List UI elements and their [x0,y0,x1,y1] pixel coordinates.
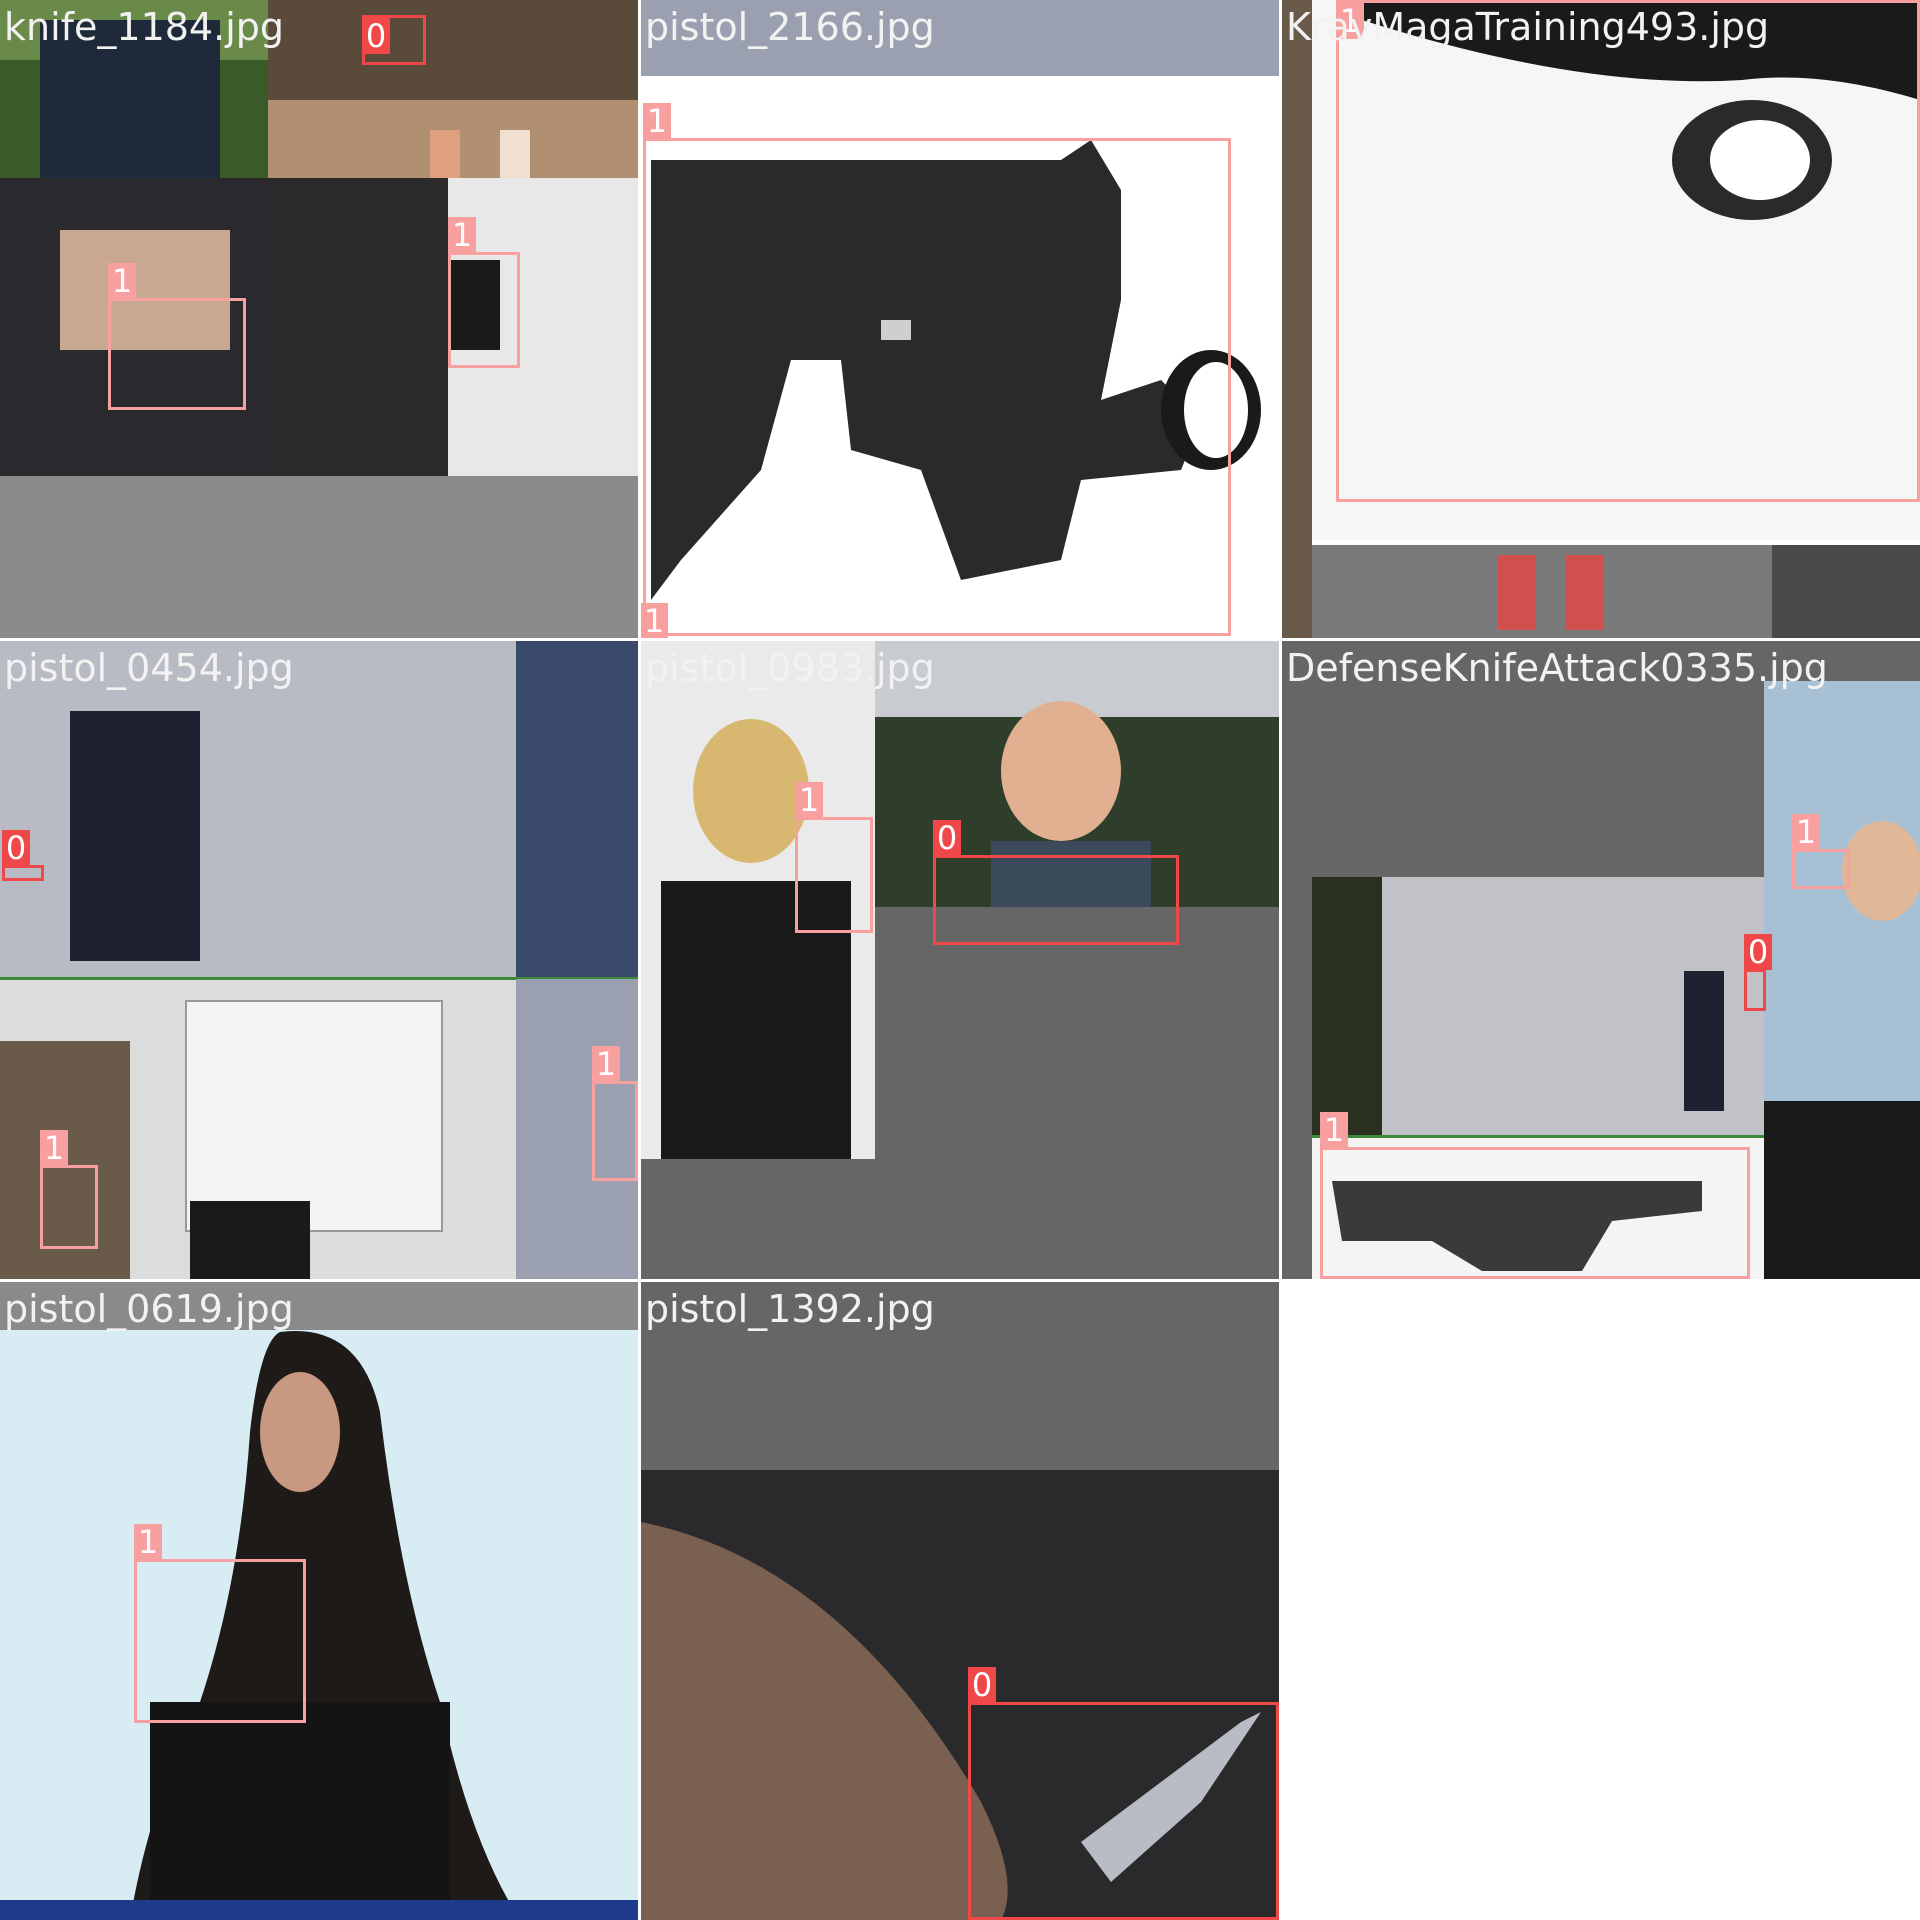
detection-box: 1 [592,1046,638,1181]
detection-box: 1 [641,600,673,638]
class-label: 1 [1320,1112,1348,1148]
class-label: 1 [134,1524,162,1560]
class-label: 1 [40,1130,68,1166]
tile-filename: pistol_0983.jpg [645,646,935,690]
mosaic-tile: pistol_2166.jpg 1 1 [641,0,1279,638]
mosaic-tile: pistol_0619.jpg 1 [0,1282,638,1920]
detection-box: 1 [643,103,1231,636]
class-label: 0 [2,830,30,866]
detection-box: 1 [108,263,246,410]
detection-box: 1 [795,782,873,933]
class-label: 1 [1792,814,1820,850]
class-label: 1 [592,1046,620,1082]
detection-box: 1 [1336,0,1920,502]
tile-filename: knife_1184.jpg [4,5,284,49]
mosaic-tile: pistol_1392.jpg 0 [641,1282,1279,1920]
class-label: 1 [108,263,136,299]
mosaic-tile: pistol_0454.jpg 0 1 1 [0,641,638,1279]
class-label: 1 [641,603,668,638]
detection-box: 1 [448,217,520,368]
class-label: 1 [448,217,476,253]
class-label: 0 [362,18,390,54]
detection-box: 1 [134,1524,306,1723]
tile-photo [0,0,638,638]
detection-box: 0 [968,1667,1279,1920]
tile-photo [0,1282,638,1920]
detection-box: 0 [2,830,44,881]
mosaic-grid: knife_1184.jpg 0 1 1 pistol_2166.jpg 1 1 [0,0,1920,1920]
detection-box: 1 [1320,1112,1750,1279]
detection-box: 1 [1792,814,1850,889]
tile-filename: DefenseKnifeAttack0335.jpg [1286,646,1828,690]
detection-box: 1 [40,1130,98,1249]
tile-filename: pistol_0454.jpg [4,646,294,690]
tile-photo [641,641,1279,1279]
mosaic-tile: pistol_0983.jpg 1 0 [641,641,1279,1279]
detection-box: 0 [933,820,1179,945]
class-label: 0 [968,1667,996,1703]
detection-box: 0 [1744,934,1772,1011]
tile-filename: pistol_2166.jpg [645,5,935,49]
mosaic-tile: KravMagaTraining493.jpg 1 [1282,0,1920,638]
class-label: 1 [795,782,823,818]
detection-box: 0 [362,15,426,65]
class-label: 0 [1744,934,1772,970]
mosaic-tile: DefenseKnifeAttack0335.jpg 1 0 1 [1282,641,1920,1279]
tile-filename: KravMagaTraining493.jpg [1286,5,1770,49]
tile-filename: pistol_0619.jpg [4,1287,294,1331]
class-label: 1 [643,103,671,139]
mosaic-tile: knife_1184.jpg 0 1 1 [0,0,638,638]
class-label: 0 [933,820,961,856]
tile-filename: pistol_1392.jpg [645,1287,935,1331]
